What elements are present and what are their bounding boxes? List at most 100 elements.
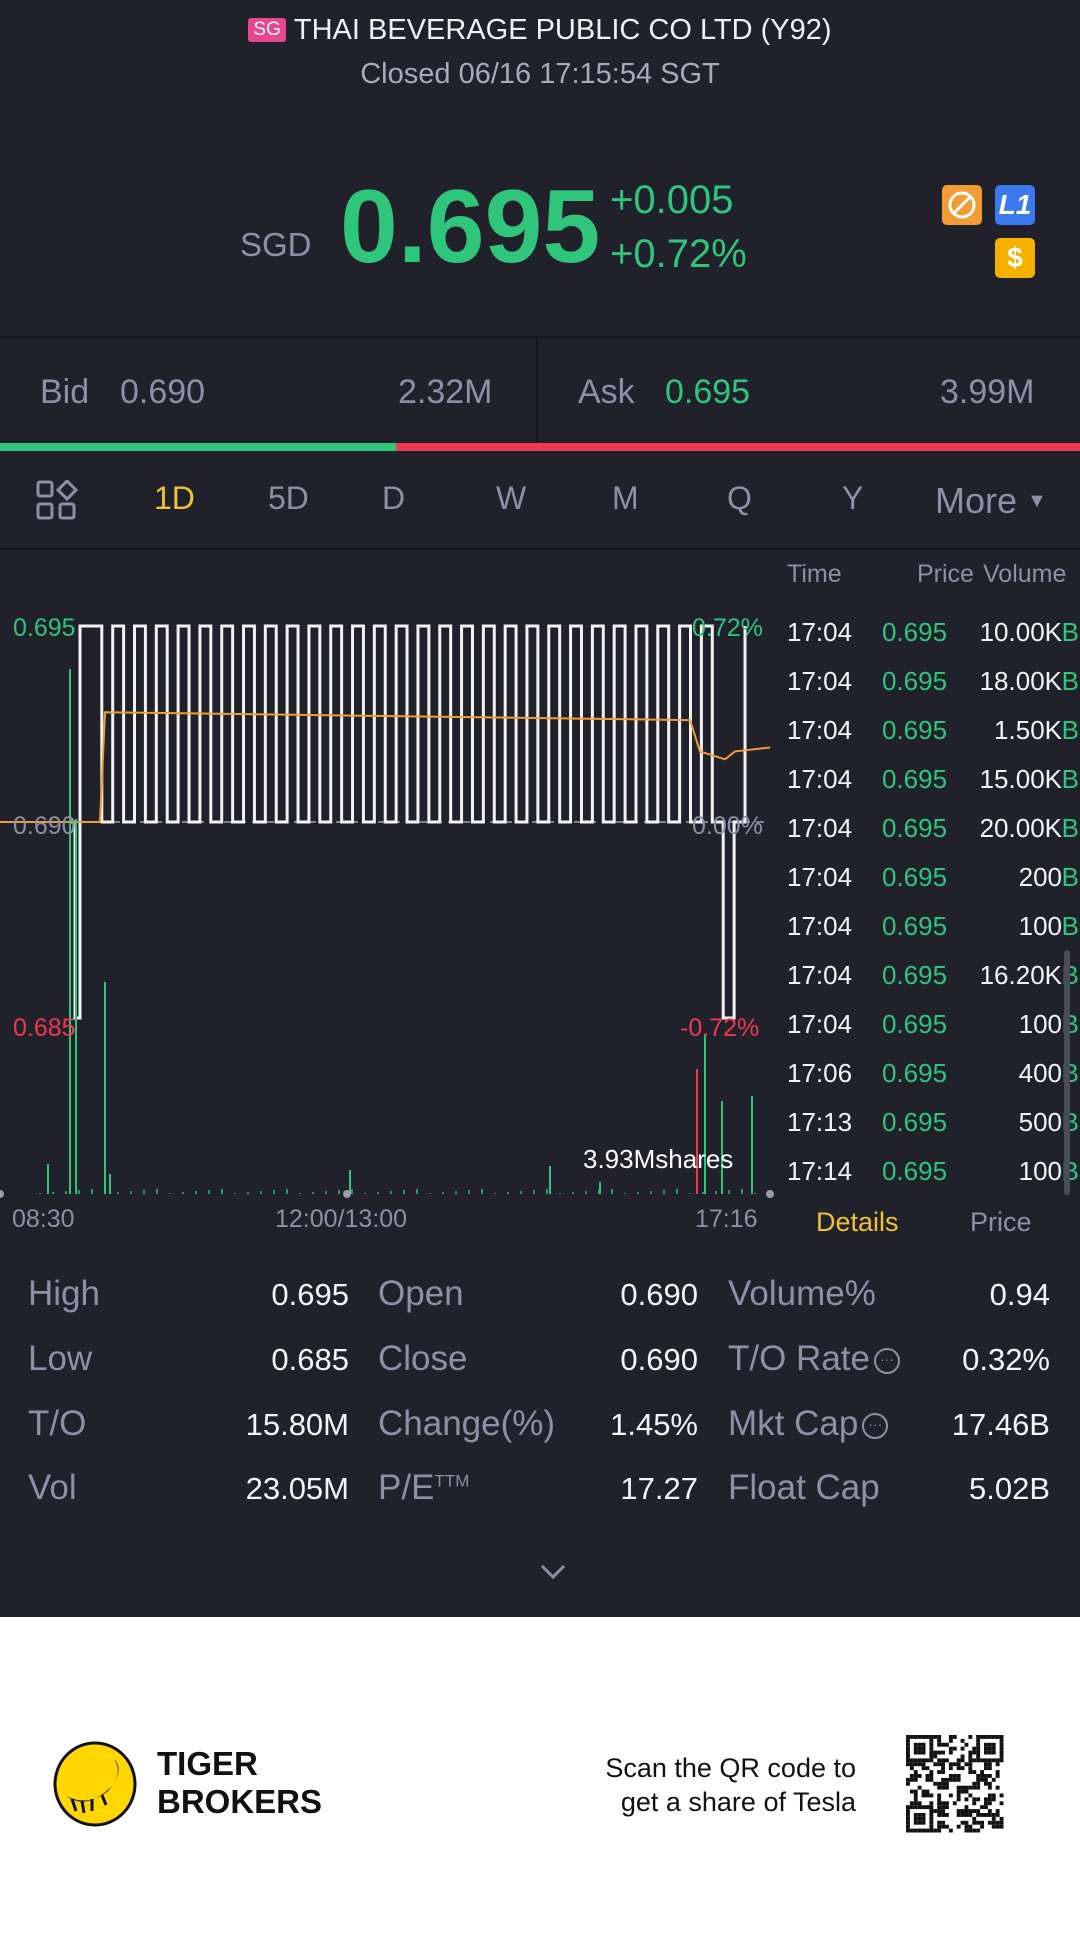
currency: SGD <box>240 226 312 263</box>
volume-total: 3.93Mshares <box>583 1144 734 1174</box>
trade-row: 17:04 0.695 100 B <box>787 911 1080 951</box>
trades-header-time: Time <box>787 560 842 588</box>
promo-line2: get a share of Tesla <box>620 1787 856 1817</box>
stat-label: T/O Rate ··· <box>728 1339 900 1379</box>
info-icon[interactable]: ··· <box>873 1348 900 1374</box>
layout-grid-icon[interactable] <box>36 478 79 527</box>
trade-side: B <box>1061 666 1079 696</box>
price-line <box>70 624 747 1020</box>
stock-title: SG THAI BEVERAGE PUBLIC CO LTD (Y92) <box>0 14 1080 47</box>
trade-row: 17:14 0.695 100 B <box>787 1156 1080 1196</box>
tab-q[interactable]: Q <box>727 480 752 517</box>
trade-volume: 18.00K <box>979 666 1062 696</box>
last-price: 0.695 <box>340 169 601 285</box>
stat-value: 0.94 <box>989 1277 1050 1312</box>
tab-1d[interactable]: 1D <box>154 480 195 517</box>
trade-side: B <box>1061 862 1079 892</box>
stat-label-text: T/O Rate <box>728 1339 870 1378</box>
y-label-mid: 0.690 <box>13 812 76 840</box>
stat-label: Volume% <box>728 1274 876 1314</box>
ask-size: 3.99M <box>940 373 1035 411</box>
stat-value: 0.690 <box>620 1277 698 1312</box>
trade-volume: 200 <box>1018 862 1062 892</box>
stat-value: 17.46B <box>951 1407 1050 1442</box>
tiger-logo-icon <box>52 1741 138 1832</box>
trade-volume: 500 <box>1018 1107 1062 1137</box>
trade-price: 0.695 <box>882 1009 948 1039</box>
trade-time: 17:13 <box>787 1107 853 1137</box>
dollar-icon[interactable]: $ <box>995 238 1035 278</box>
ask-price: 0.695 <box>665 373 751 411</box>
price-change: +0.005 <box>610 178 734 222</box>
stat-label-text: Volume% <box>728 1274 876 1313</box>
trade-side: B <box>1061 764 1079 794</box>
stat-label: Mkt Cap ··· <box>728 1404 889 1444</box>
stat-label-text: Close <box>378 1339 468 1378</box>
stat-value: 15.80M <box>245 1407 349 1442</box>
trades-scrollbar[interactable] <box>1064 950 1070 1195</box>
y-label-low: 0.685 <box>13 1014 76 1042</box>
bid-price: 0.690 <box>120 373 206 411</box>
tab-more-label: More <box>935 480 1018 521</box>
tab-more[interactable]: More ▼ <box>935 480 1047 522</box>
caret-down-icon: ▼ <box>1027 490 1047 512</box>
tab-m[interactable]: M <box>612 480 639 517</box>
trade-volume: 1.50K <box>994 715 1062 745</box>
level1-badge[interactable]: L1 <box>995 185 1035 225</box>
pe-ttm-sup: TTM <box>434 1471 470 1491</box>
pct-label-high: 0.72% <box>692 614 763 642</box>
tab-details[interactable]: Details <box>816 1207 899 1238</box>
price-change-pct: +0.72% <box>610 232 747 276</box>
stat-value: 0.695 <box>271 1277 349 1312</box>
trade-price: 0.695 <box>882 666 948 696</box>
trade-price: 0.695 <box>882 862 948 892</box>
trade-side: B <box>1061 813 1079 843</box>
stat-label: Open <box>378 1274 464 1314</box>
market-status: Closed 06/16 17:15:54 SGT <box>360 58 720 90</box>
brand-line1: TIGER <box>157 1745 258 1782</box>
stat-label: Float Cap <box>728 1468 880 1508</box>
bid-label: Bid <box>40 373 90 411</box>
stat-label: Change(%) <box>378 1404 555 1444</box>
tab-5d[interactable]: 5D <box>268 480 309 517</box>
brand-name: TIGER BROKERS <box>157 1745 322 1821</box>
stat-label: Low <box>28 1339 92 1379</box>
intraday-chart[interactable] <box>0 550 775 1200</box>
trade-row: 17:04 0.695 15.00K B <box>787 764 1080 804</box>
trade-row: 17:04 0.695 1.50K B <box>787 715 1080 755</box>
trade-side: B <box>1061 617 1079 647</box>
trades-header-price: Price <box>917 560 974 588</box>
stat-label: High <box>28 1274 100 1314</box>
stat-label-text: Low <box>28 1339 93 1378</box>
trade-time: 17:04 <box>787 617 853 647</box>
tab-y[interactable]: Y <box>842 480 863 517</box>
bid-ratio-bar <box>0 443 397 451</box>
pct-label-mid: 0.00% <box>692 812 763 840</box>
trade-volume: 100 <box>1018 1009 1062 1039</box>
trade-time: 17:04 <box>787 666 853 696</box>
stat-value: 0.690 <box>620 1342 698 1377</box>
no-short-icon[interactable] <box>942 185 982 225</box>
trades-header-volume: Volume <box>983 560 1067 588</box>
market-badge: SG <box>248 18 286 42</box>
trade-side: B <box>1061 715 1079 745</box>
trade-time: 17:04 <box>787 764 853 794</box>
trade-time: 17:04 <box>787 1009 853 1039</box>
stat-label-text: Change(%) <box>378 1404 556 1443</box>
trade-time: 17:14 <box>787 1156 853 1186</box>
trade-volume: 20.00K <box>979 813 1062 843</box>
tab-price[interactable]: Price <box>970 1207 1032 1238</box>
x-axis-dot <box>0 1190 4 1198</box>
trade-volume: 100 <box>1018 911 1062 941</box>
tab-d[interactable]: D <box>382 480 405 517</box>
trade-volume: 15.00K <box>979 764 1062 794</box>
tab-w[interactable]: W <box>496 480 526 517</box>
stat-label-text: High <box>28 1274 100 1313</box>
info-icon[interactable]: ··· <box>862 1413 889 1439</box>
trade-price: 0.695 <box>882 617 948 647</box>
trade-volume: 400 <box>1018 1058 1062 1088</box>
trade-side: B <box>1061 911 1079 941</box>
expand-chevron-icon[interactable] <box>538 1562 568 1587</box>
pct-label-low: -0.72% <box>680 1014 760 1042</box>
stat-label-text: P/E <box>378 1468 435 1507</box>
